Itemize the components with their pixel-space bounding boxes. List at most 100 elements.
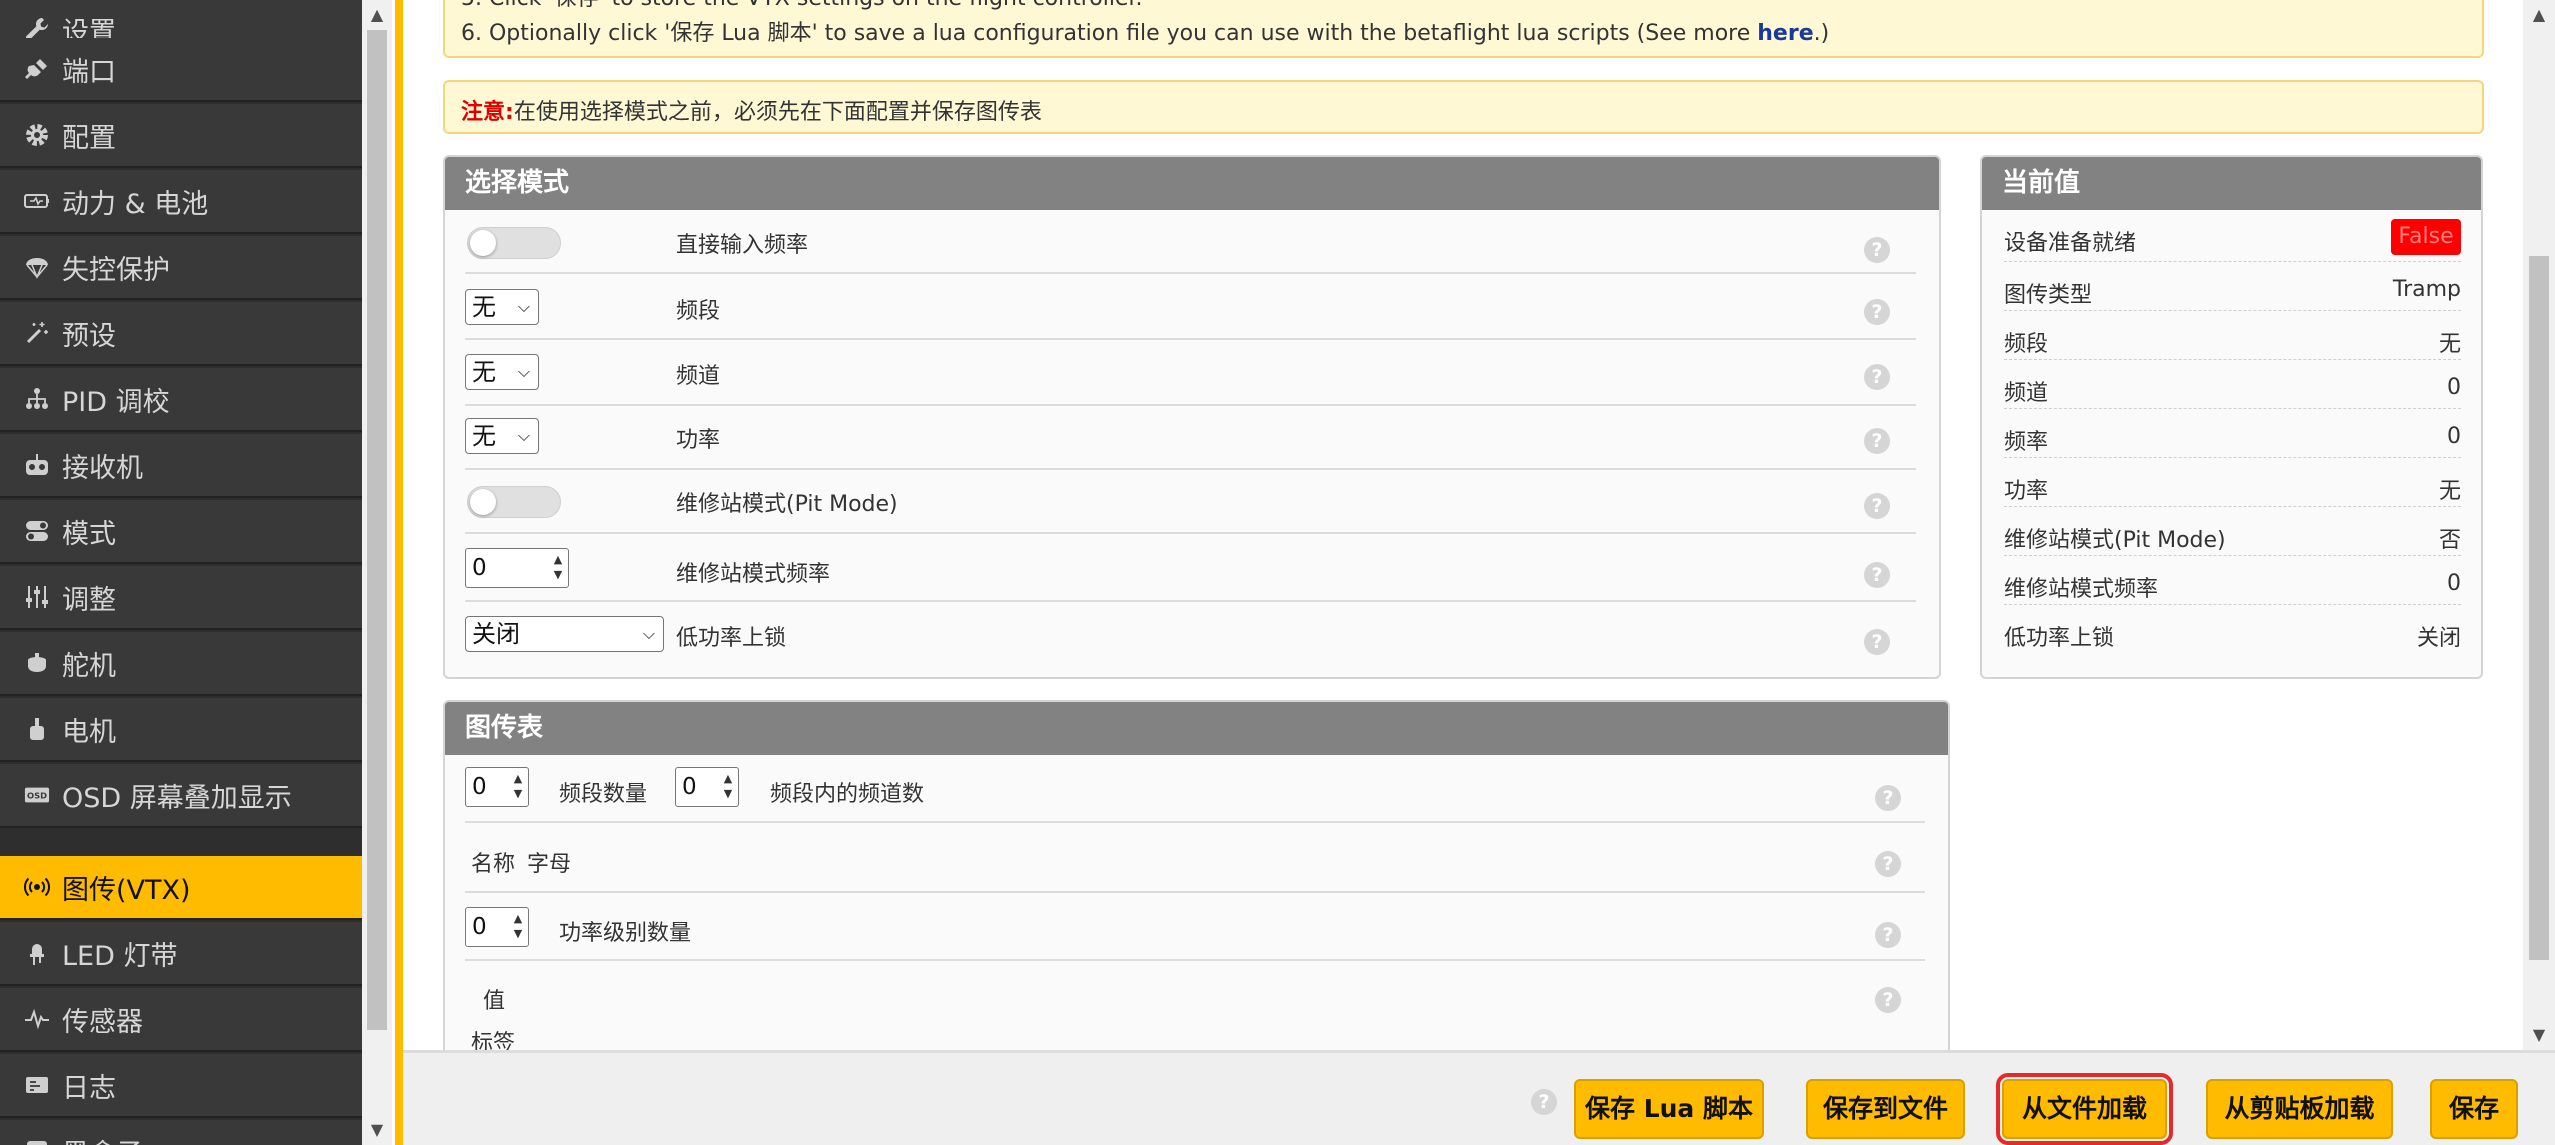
current-low-power-lock-value: 关闭 — [2416, 626, 2461, 651]
sidebar-item-label: PID 调校 — [62, 386, 170, 418]
content-scrollbar-thumb[interactable] — [2529, 256, 2549, 960]
sidebar-item-failsafe[interactable]: 失控保护 — [0, 236, 362, 300]
scroll-down-arrow-icon[interactable]: ▼ — [2524, 1020, 2554, 1050]
sidebar-item-modes[interactable]: 模式 — [0, 500, 362, 564]
lua-scripts-link[interactable]: here — [1757, 21, 1813, 46]
instruction-line-5: 5. Click '保存' to store the VTX settings … — [461, 0, 1143, 12]
warning-label: 注意: — [461, 100, 514, 125]
help-icon[interactable]: ? — [1875, 987, 1901, 1013]
low-power-lock-select[interactable]: 关闭 ⌵ — [465, 616, 664, 652]
scroll-up-arrow-icon[interactable]: ▲ — [2524, 0, 2554, 30]
band-select[interactable]: 无 ⌵ — [465, 289, 539, 325]
sidebar-item-power-battery[interactable]: 动力 & 电池 — [0, 170, 362, 234]
current-pit-mode-label: 维修站模式(Pit Mode) — [2004, 528, 2226, 553]
current-pit-freq-row: 维修站模式频率 0 — [2004, 556, 2461, 605]
chevron-down-icon: ⌵ — [642, 624, 655, 643]
device-ready-label: 设备准备就绪 — [2004, 231, 2137, 256]
sidebar-item-label: 配置 — [62, 122, 116, 154]
help-icon[interactable]: ? — [1875, 922, 1901, 948]
warning-text: 注意:在使用选择模式之前，必须先在下面配置并保存图传表 — [461, 94, 1042, 126]
sidebar-scrollbar[interactable]: ▲ ▼ — [362, 0, 392, 1145]
help-icon[interactable]: ? — [1864, 364, 1890, 390]
channels-per-band-input[interactable]: 0 ▲ ▼ — [675, 767, 739, 807]
help-icon[interactable]: ? — [1875, 851, 1901, 877]
sidebar-item-motors[interactable]: 电机 — [0, 698, 362, 762]
svg-text:OSD: OSD — [27, 791, 47, 801]
device-ready-status-badge: False — [2391, 219, 2461, 255]
warning-message: 在使用选择模式之前，必须先在下面配置并保存图传表 — [513, 100, 1042, 125]
power-values-row: 值 标签 ? — [465, 963, 1925, 1050]
pit-mode-label: 维修站模式(Pit Mode) — [676, 492, 898, 517]
pid-tree-icon — [24, 386, 50, 412]
help-icon[interactable]: ? — [1531, 1089, 1557, 1115]
save-button[interactable]: 保存 — [2430, 1079, 2518, 1139]
help-icon[interactable]: ? — [1864, 428, 1890, 454]
scroll-up-arrow-icon[interactable]: ▲ — [362, 0, 392, 30]
stepper-arrows-icon: ▲ ▼ — [553, 553, 563, 581]
instruction-line-6: 6. Optionally click '保存 Lua 脚本' to save … — [461, 15, 1829, 47]
log-icon — [24, 1072, 50, 1098]
channel-select[interactable]: 无 ⌵ — [465, 354, 539, 390]
sidebar-item-sensors[interactable]: 传感器 — [0, 988, 362, 1052]
sidebar-item-label: 预设 — [62, 320, 116, 352]
instruction-line-6-suffix: .) — [1813, 21, 1830, 46]
stepper-arrows-icon: ▲ ▼ — [513, 772, 523, 800]
current-low-power-lock-label: 低功率上锁 — [2004, 626, 2115, 651]
name-column-label: 名称 — [471, 852, 516, 877]
sidebar-item-label: 图传(VTX) — [62, 874, 191, 906]
current-band-value: 无 — [2438, 332, 2461, 357]
sidebar-item-configuration[interactable]: 配置 — [0, 104, 362, 168]
channel-label: 频道 — [676, 364, 721, 389]
tag-column-label: 标签 — [471, 1031, 516, 1050]
sidebar-item-blackbox[interactable]: 黑盒子 — [0, 1120, 362, 1145]
instruction-line-6-text: 6. Optionally click '保存 Lua 脚本' to save … — [461, 21, 1758, 46]
save-to-file-button[interactable]: 保存到文件 — [1806, 1079, 1965, 1139]
sidebar-item-label: OSD 屏幕叠加显示 — [62, 782, 292, 814]
current-low-power-lock-row: 低功率上锁 关闭 — [2004, 605, 2461, 654]
pit-mode-row: 维修站模式(Pit Mode) ? — [465, 470, 1916, 534]
sidebar-item-servos[interactable]: 舵机 — [0, 632, 362, 696]
chevron-down-icon: ⌵ — [517, 362, 530, 381]
help-icon[interactable]: ? — [1864, 237, 1890, 263]
help-icon[interactable]: ? — [1864, 562, 1890, 588]
direct-freq-toggle[interactable] — [467, 227, 561, 259]
help-icon[interactable]: ? — [1864, 299, 1890, 325]
sidebar-scrollbar-thumb[interactable] — [367, 30, 387, 1030]
device-ready-row: 设备准备就绪 False — [2004, 213, 2461, 262]
save-lua-script-button[interactable]: 保存 Lua 脚本 — [1574, 1079, 1764, 1139]
pit-freq-row: 0 ▲ ▼ 维修站模式频率 ? — [465, 536, 1916, 602]
bands-config-row: 0 ▲ ▼ 频段数量 0 ▲ ▼ 频段内的频道数 ? — [465, 755, 1925, 823]
warning-box: 注意:在使用选择模式之前，必须先在下面配置并保存图传表 — [443, 80, 2484, 134]
sidebar-item-led-strip[interactable]: LED 灯带 — [0, 922, 362, 986]
help-icon[interactable]: ? — [1875, 785, 1901, 811]
help-icon[interactable]: ? — [1864, 629, 1890, 655]
load-from-file-button[interactable]: 从文件加载 — [1996, 1073, 2173, 1145]
help-icon[interactable]: ? — [1864, 493, 1890, 519]
scroll-down-arrow-icon[interactable]: ▼ — [362, 1115, 392, 1145]
footer-toolbar: ? 保存 Lua 脚本 保存到文件 从文件加载 从剪贴板加载 保存 — [403, 1050, 2555, 1145]
sidebar-item-adjustments[interactable]: 调整 — [0, 566, 362, 630]
sidebar-item-label: LED 灯带 — [62, 940, 178, 972]
sidebar-item-logging[interactable]: 日志 — [0, 1054, 362, 1118]
sidebar-item-ports[interactable]: 端口 — [0, 38, 362, 102]
sidebar-item-pid-tuning[interactable]: PID 调校 — [0, 368, 362, 432]
sidebar-item-label: 舵机 — [62, 650, 116, 682]
load-from-clipboard-button[interactable]: 从剪贴板加载 — [2206, 1079, 2393, 1139]
sidebar-item-osd[interactable]: OSD OSD 屏幕叠加显示 — [0, 764, 362, 828]
sidebar-item-label: 传感器 — [62, 1006, 143, 1038]
pit-freq-label: 维修站模式频率 — [676, 562, 831, 587]
power-select[interactable]: 无 ⌵ — [465, 418, 539, 454]
channel-row: 无 ⌵ 频道 ? — [465, 342, 1916, 406]
current-pit-mode-value: 否 — [2438, 528, 2461, 553]
current-values-panel: 当前值 设备准备就绪 False 图传类型 Tramp 频段 无 频道 0 频率… — [1980, 155, 2483, 679]
content-scrollbar[interactable]: ▲ ▼ — [2523, 0, 2555, 1050]
sidebar-item-vtx[interactable]: 图传(VTX) — [0, 856, 362, 920]
bands-count-input[interactable]: 0 ▲ ▼ — [465, 767, 529, 807]
pit-freq-input[interactable]: 0 ▲ ▼ — [465, 548, 569, 588]
power-levels-input[interactable]: 0 ▲ ▼ — [465, 907, 529, 947]
instructions-box: 5. Click '保存' to store the VTX settings … — [443, 0, 2484, 58]
sidebar-item-receiver[interactable]: 接收机 — [0, 434, 362, 498]
pit-mode-toggle[interactable] — [467, 486, 561, 518]
sidebar-item-presets[interactable]: 预设 — [0, 302, 362, 366]
direct-freq-label: 直接输入频率 — [676, 233, 809, 258]
